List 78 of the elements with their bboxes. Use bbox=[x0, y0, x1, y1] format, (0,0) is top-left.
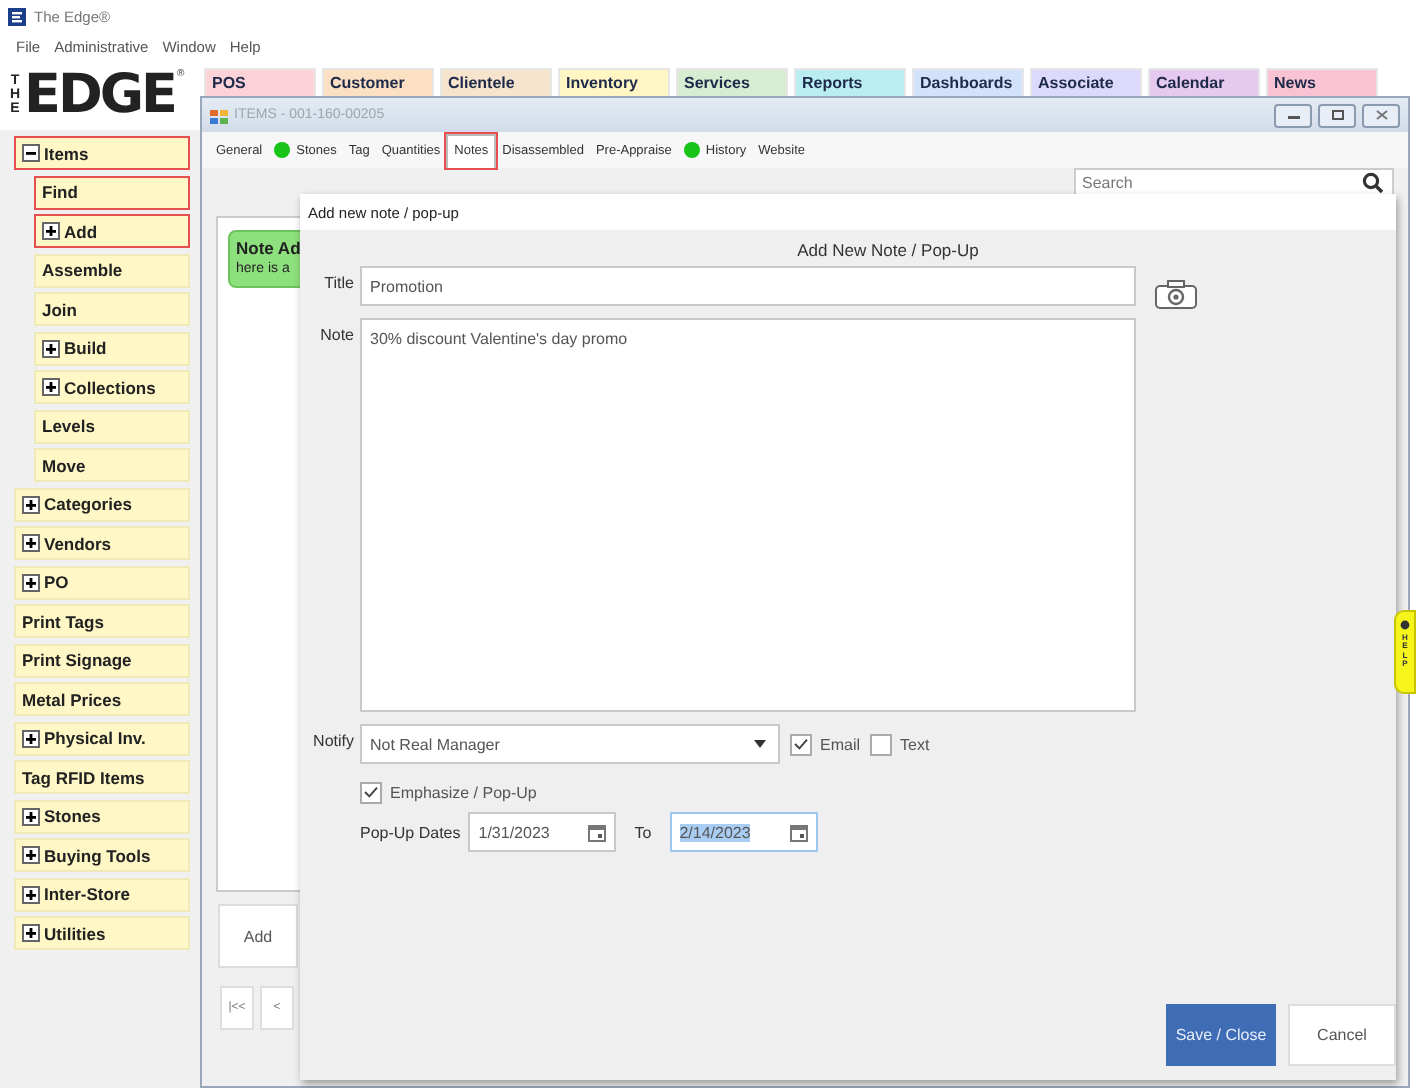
checkbox[interactable] bbox=[790, 733, 812, 755]
plus-box-icon bbox=[22, 846, 40, 864]
checkbox-label: Text bbox=[900, 735, 930, 753]
title-label: Title bbox=[322, 272, 354, 292]
search-icon bbox=[1362, 171, 1384, 193]
nav-tab[interactable]: Associate bbox=[1030, 68, 1142, 96]
save-button[interactable]: Save / Close bbox=[1166, 1004, 1276, 1066]
checkbox-label: Emphasize / Pop-Up bbox=[390, 783, 537, 801]
check-icon bbox=[364, 786, 378, 798]
sidebar-item[interactable]: Stones bbox=[14, 799, 190, 833]
notify-label: Notify bbox=[311, 730, 354, 750]
title-field[interactable]: Promotion bbox=[360, 266, 1136, 306]
minus-box-icon bbox=[22, 144, 40, 162]
dates-label: Pop-Up Dates bbox=[360, 823, 461, 841]
note-card-title: Note Ad bbox=[236, 238, 303, 258]
sidebar-item[interactable]: Build bbox=[34, 331, 190, 365]
cancel-button[interactable]: Cancel bbox=[1288, 1004, 1396, 1066]
sidebar-item[interactable]: Utilities bbox=[14, 916, 190, 950]
sidebar-item[interactable]: Collections bbox=[34, 370, 190, 404]
sidebar-item[interactable]: Levels bbox=[34, 409, 190, 443]
dropdown-arrow-icon bbox=[754, 740, 766, 748]
nav-tab[interactable]: News bbox=[1266, 68, 1378, 96]
sidebar-item[interactable]: Tag RFID Items bbox=[14, 760, 190, 794]
plus-box-icon bbox=[22, 729, 40, 747]
nav-tab[interactable]: Services bbox=[676, 68, 788, 96]
close-button[interactable] bbox=[1362, 103, 1400, 127]
plus-box-icon bbox=[22, 807, 40, 825]
nav-tab[interactable]: Customer bbox=[322, 68, 434, 96]
sidebar-item[interactable]: Categories bbox=[14, 487, 190, 521]
sidebar-item[interactable]: PO bbox=[14, 565, 190, 599]
sidebar-item[interactable]: Add bbox=[34, 214, 190, 248]
window-icon bbox=[210, 107, 228, 123]
nav-tab[interactable]: Inventory bbox=[558, 68, 670, 96]
date-field[interactable]: 2/14/2023 bbox=[669, 812, 818, 852]
checkbox[interactable] bbox=[360, 781, 382, 803]
note-field[interactable]: 30% discount Valentine's day promo bbox=[360, 318, 1136, 712]
sidebar-item[interactable]: Items bbox=[14, 136, 190, 170]
plus-box-icon bbox=[22, 573, 40, 591]
plus-box-icon bbox=[42, 378, 60, 396]
search-field[interactable]: Search bbox=[1074, 168, 1394, 196]
logo-text: EDGE bbox=[24, 67, 175, 123]
plus-box-icon bbox=[22, 924, 40, 942]
nav-tab[interactable]: Reports bbox=[794, 68, 906, 96]
sidebar-item[interactable]: Inter-Store bbox=[14, 877, 190, 911]
plus-box-icon bbox=[22, 495, 40, 513]
app-logo-icon bbox=[8, 8, 26, 26]
sidebar-item[interactable]: Buying Tools bbox=[14, 838, 190, 872]
sidebar-item[interactable]: Print Signage bbox=[14, 643, 190, 677]
nav-tab[interactable]: Clientele bbox=[440, 68, 552, 96]
check-icon bbox=[794, 738, 808, 750]
add-button[interactable]: Add bbox=[218, 904, 298, 968]
checkbox[interactable] bbox=[870, 733, 893, 755]
nav-tab[interactable]: POS bbox=[204, 68, 316, 96]
nav-tab[interactable]: Calendar bbox=[1148, 68, 1260, 96]
sidebar-item[interactable]: Find bbox=[34, 175, 190, 209]
sidebar-item[interactable]: Move bbox=[34, 448, 190, 482]
notify-dropdown[interactable]: Not Real Manager bbox=[360, 724, 780, 764]
plus-box-icon bbox=[42, 339, 60, 357]
calendar-icon bbox=[588, 823, 607, 841]
sidebar-item[interactable]: Join bbox=[34, 292, 190, 326]
sidebar-item[interactable]: Assemble bbox=[34, 253, 190, 287]
sidebar-item[interactable]: Metal Prices bbox=[14, 682, 190, 716]
checkbox-label: Email bbox=[820, 735, 861, 753]
sidebar-item[interactable]: Print Tags bbox=[14, 604, 190, 638]
to-label: To bbox=[634, 823, 652, 841]
date-field[interactable]: 1/31/2023 bbox=[468, 812, 617, 852]
calendar-icon bbox=[789, 823, 808, 841]
maximize-button[interactable] bbox=[1318, 103, 1356, 127]
nav-tab[interactable]: Dashboards bbox=[912, 68, 1024, 96]
plus-box-icon bbox=[22, 534, 40, 552]
plus-box-icon bbox=[42, 222, 60, 240]
sidebar-item[interactable]: Vendors bbox=[14, 526, 190, 560]
sidebar-item[interactable]: Physical Inv. bbox=[14, 721, 190, 755]
camera-icon bbox=[1154, 278, 1198, 310]
note-label: Note bbox=[318, 324, 354, 344]
minimize-button[interactable] bbox=[1274, 103, 1312, 127]
dialog-heading: Add New Note / Pop-Up bbox=[795, 240, 981, 260]
plus-box-icon bbox=[22, 885, 40, 903]
